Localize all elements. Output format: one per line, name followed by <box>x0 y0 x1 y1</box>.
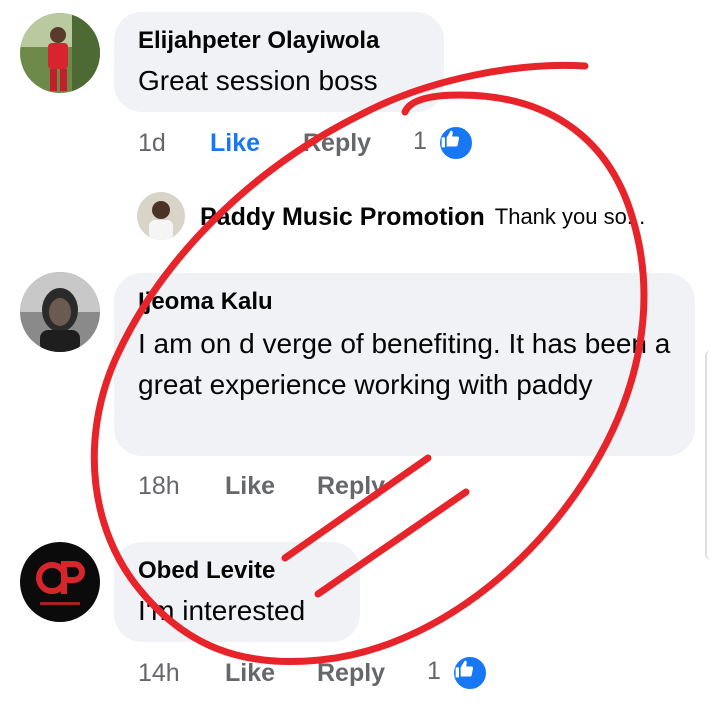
comment-author[interactable]: Obed Levite <box>138 556 336 586</box>
like-button[interactable]: Like <box>225 659 317 688</box>
reply-button[interactable]: Reply <box>317 659 427 688</box>
thumbs-up-icon <box>437 125 474 161</box>
comment-author[interactable]: Elijahpeter Olayiwola <box>138 26 420 56</box>
reply-preview[interactable]: Paddy Music Promotion Thank you so... <box>200 200 645 234</box>
comment-time[interactable]: 18h <box>138 472 225 501</box>
avatar-paddy-music-promotion[interactable] <box>137 192 185 240</box>
reply-text: Thank you so... <box>494 204 646 229</box>
reaction-count[interactable]: 1 <box>427 655 488 691</box>
like-button[interactable]: Like <box>210 129 303 158</box>
comment-time[interactable]: 1d <box>138 129 210 158</box>
comment-author[interactable]: Ijeoma Kalu <box>138 287 671 317</box>
reaction-count-value: 1 <box>413 127 427 155</box>
reply-button[interactable]: Reply <box>303 129 413 158</box>
comment-text: I am on d verge of benefiting. It has be… <box>138 328 671 400</box>
comment-bubble-3: Obed Levite I'm interested <box>114 542 360 642</box>
comment-time[interactable]: 14h <box>138 659 225 688</box>
reply-author[interactable]: Paddy Music Promotion <box>200 203 485 232</box>
like-button[interactable]: Like <box>225 472 317 501</box>
comment-bubble-2: Ijeoma Kalu I am on d verge of benefitin… <box>114 273 695 456</box>
avatar-elijahpeter[interactable] <box>20 13 100 93</box>
reaction-count-value: 1 <box>427 657 441 685</box>
comment-text: I'm interested <box>138 595 306 626</box>
comment-actions-1: 1d Like Reply 1 <box>138 125 474 161</box>
comment-actions-3: 14h Like Reply 1 <box>138 655 488 691</box>
avatar-obed-levite[interactable] <box>20 542 100 622</box>
reaction-count[interactable]: 1 <box>413 125 474 161</box>
scroll-edge <box>705 350 713 560</box>
comment-actions-2: 18h Like Reply <box>138 468 385 504</box>
avatar-ijeoma-kalu[interactable] <box>20 272 100 352</box>
comment-bubble-1: Elijahpeter Olayiwola Great session boss <box>114 12 444 112</box>
thumbs-up-icon <box>451 655 488 691</box>
reply-button[interactable]: Reply <box>317 472 385 501</box>
comment-text: Great session boss <box>138 65 378 96</box>
